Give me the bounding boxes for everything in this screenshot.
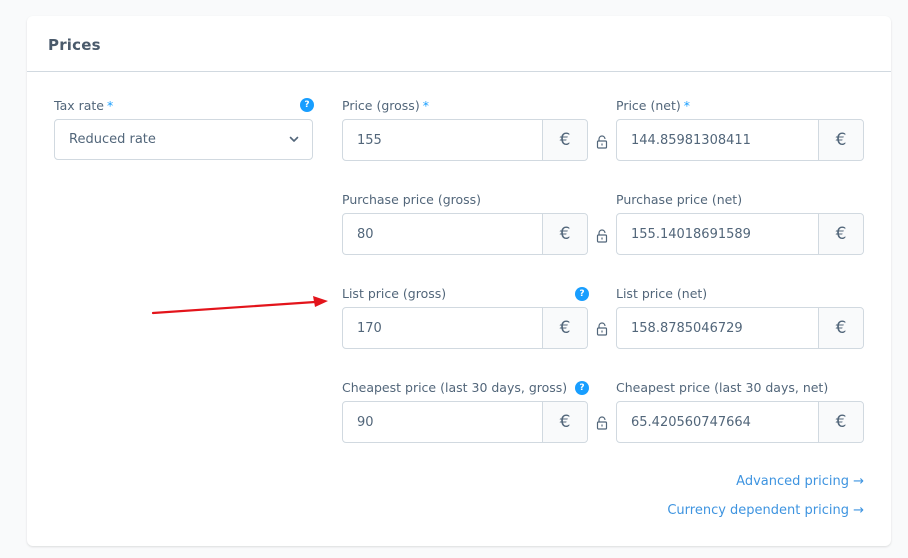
lock-open-icon[interactable] [596, 416, 608, 430]
card-header: Prices [27, 16, 891, 72]
price-net-label: Price (net) * [616, 98, 690, 113]
purchase-price-gross-input[interactable] [343, 214, 542, 254]
euro-currency-suffix: € [818, 402, 863, 442]
lock-open-icon[interactable] [596, 229, 608, 243]
purchase-price-net-label: Purchase price (net) [616, 192, 743, 207]
price-gross-field: Price (gross)* € [342, 98, 588, 162]
euro-currency-suffix: € [542, 402, 587, 442]
list-price-gross-input[interactable] [343, 308, 542, 348]
currency-dependent-pricing-link[interactable]: Currency dependent pricing → [667, 503, 864, 518]
purchase-price-gross-input-group: € [342, 213, 588, 255]
list-price-gross-field: List price (gross) ? € [342, 286, 589, 350]
cheapest-price-gross-input-group: € [342, 401, 588, 443]
cheapest-price-gross-label: Cheapest price (last 30 days, gross) [342, 380, 568, 395]
price-gross-input-group: € [342, 119, 588, 161]
price-gross-label: Price (gross) * [342, 98, 429, 113]
list-price-net-input[interactable] [617, 308, 818, 348]
cheapest-price-gross-input[interactable] [343, 402, 542, 442]
purchase-price-net-input[interactable] [617, 214, 818, 254]
help-icon[interactable]: ? [575, 381, 589, 395]
cheapest-price-gross-field: Cheapest price (last 30 days, gross) ? € [342, 380, 589, 444]
list-price-gross-label: List price (gross) [342, 286, 447, 301]
advanced-pricing-link[interactable]: Advanced pricing → [736, 474, 864, 489]
prices-card: Prices Tax rate * ? Reduced rate Price (g… [27, 16, 891, 546]
list-price-net-field: List price (net) € [616, 286, 864, 350]
tax-rate-field: Tax rate * ? Reduced rate [54, 98, 314, 162]
chevron-down-icon [289, 136, 299, 142]
euro-currency-suffix: € [818, 214, 863, 254]
help-icon[interactable]: ? [300, 98, 314, 112]
help-icon[interactable]: ? [575, 287, 589, 301]
list-price-net-input-group: € [616, 307, 864, 349]
tax-rate-label: Tax rate * [54, 98, 114, 113]
cheapest-price-net-field: Cheapest price (last 30 days, net) € [616, 380, 864, 444]
price-net-input-group: € [616, 119, 864, 161]
lock-open-icon[interactable] [596, 322, 608, 336]
purchase-price-net-field: Purchase price (net) € [616, 192, 864, 256]
purchase-price-gross-label: Purchase price (gross) [342, 192, 482, 207]
lock-open-icon[interactable] [596, 135, 608, 149]
euro-currency-suffix: € [818, 308, 863, 348]
purchase-price-gross-field: Purchase price (gross) € [342, 192, 588, 256]
annotation-arrow-icon [151, 296, 328, 315]
cheapest-price-net-label: Cheapest price (last 30 days, net) [616, 380, 829, 395]
tax-rate-selected-value: Reduced rate [69, 132, 156, 147]
price-net-field: Price (net)* € [616, 98, 864, 162]
card-title: Prices [48, 36, 101, 54]
list-price-gross-input-group: € [342, 307, 588, 349]
price-gross-input[interactable] [343, 120, 542, 160]
required-marker: * [107, 98, 114, 113]
price-net-input[interactable] [617, 120, 818, 160]
purchase-price-net-input-group: € [616, 213, 864, 255]
euro-currency-suffix: € [542, 214, 587, 254]
euro-currency-suffix: € [542, 120, 587, 160]
tax-rate-select[interactable]: Reduced rate [54, 119, 313, 160]
euro-currency-suffix: € [818, 120, 863, 160]
list-price-net-label: List price (net) [616, 286, 708, 301]
required-marker: * [422, 98, 429, 113]
cheapest-price-net-input[interactable] [617, 402, 818, 442]
cheapest-price-net-input-group: € [616, 401, 864, 443]
euro-currency-suffix: € [542, 308, 587, 348]
required-marker: * [683, 98, 690, 113]
